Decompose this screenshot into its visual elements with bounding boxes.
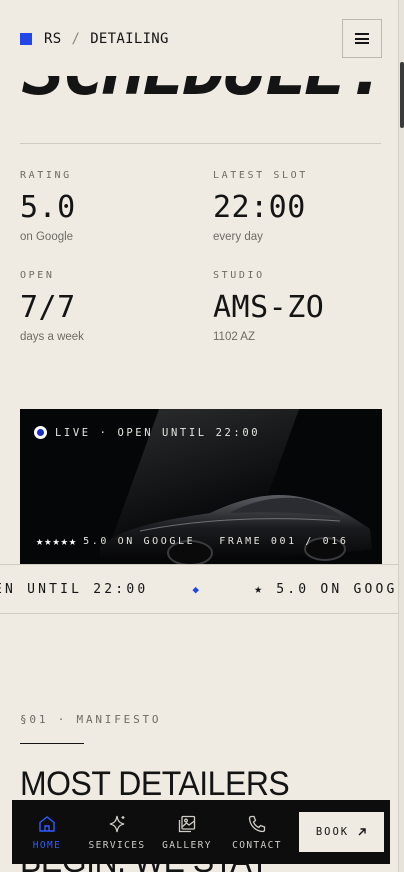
arrow-up-right-icon <box>358 828 366 836</box>
hero-rating-text: 5.0 ON GOOGLE <box>83 535 196 547</box>
stat-value: 22:00 <box>213 190 306 225</box>
page-scrollbar[interactable] <box>398 0 404 872</box>
stat-sub: on Google <box>20 231 74 243</box>
stat-latest-slot: LATEST SLOT 22:00 every day <box>213 170 308 243</box>
ticker-text-left: EN UNTIL 22:00 <box>0 582 149 597</box>
nav-contact[interactable]: CONTACT <box>222 800 292 864</box>
nav-services[interactable]: SERVICES <box>82 800 152 864</box>
divider <box>20 143 381 144</box>
stat-label: OPEN <box>20 270 55 281</box>
stat-open: OPEN 7/7 days a week <box>20 270 84 343</box>
book-button[interactable]: BOOK <box>299 812 384 852</box>
frame-counter: FRAME 001 / 016 <box>219 535 349 547</box>
hamburger-menu-icon <box>355 33 369 44</box>
stat-value: AMS-ZO <box>213 290 325 325</box>
stat-label: LATEST SLOT <box>213 170 308 181</box>
stat-sub: days a week <box>20 331 84 343</box>
stat-sub: 1102 AZ <box>213 331 255 343</box>
home-icon <box>39 815 55 832</box>
breadcrumb-page: DETAILING <box>90 31 169 47</box>
book-label: BOOK <box>315 826 350 838</box>
stat-label: STUDIO <box>213 270 265 281</box>
stat-value: 7/7 <box>20 290 76 325</box>
scrollbar-thumb[interactable] <box>400 62 404 128</box>
breadcrumb-separator: / <box>71 31 81 47</box>
ticker-text-right: ★ 5.0 ON GOOGLE <box>254 582 404 597</box>
car-image <box>100 494 372 564</box>
stat-sub: every day <box>213 231 263 243</box>
marquee-ticker: EN UNTIL 22:00 ◆ ★ 5.0 ON GOOGLE <box>0 564 404 614</box>
stat-label: RATING <box>20 170 72 181</box>
gallery-icon <box>178 815 196 832</box>
diamond-icon: ◆ <box>192 583 203 596</box>
sparkle-icon <box>109 815 125 832</box>
nav-label: CONTACT <box>232 839 282 851</box>
nav-home[interactable]: HOME <box>12 800 82 864</box>
nav-label: GALLERY <box>162 839 212 851</box>
live-text: LIVE · OPEN UNTIL 22:00 <box>55 426 261 439</box>
top-header: RS / DETAILING <box>0 0 398 76</box>
stat-rating: RATING 5.0 on Google <box>20 170 76 243</box>
section-divider <box>20 743 84 744</box>
section-title: MOST DETAILERS <box>20 765 290 803</box>
nav-gallery[interactable]: GALLERY <box>152 800 222 864</box>
phone-icon <box>248 815 266 832</box>
brand-name: RS <box>44 31 62 47</box>
breadcrumb[interactable]: RS / DETAILING <box>20 31 169 47</box>
stat-value: 5.0 <box>20 190 76 225</box>
live-status: LIVE · OPEN UNTIL 22:00 <box>34 426 260 439</box>
hero-card[interactable]: LIVE · OPEN UNTIL 22:00 ★★★★★ 5.0 ON GOO… <box>20 409 382 564</box>
section-label: §01 · MANIFESTO <box>20 713 162 726</box>
live-dot-icon <box>34 426 47 439</box>
menu-button[interactable] <box>342 19 382 58</box>
brand-square-icon <box>20 33 32 45</box>
stat-studio: STUDIO AMS-ZO 1102 AZ <box>213 270 324 343</box>
star-rating-icon: ★★★★★ <box>36 534 78 548</box>
hero-rating-row: ★★★★★ 5.0 ON GOOGLE FRAME 001 / 016 <box>36 534 349 548</box>
nav-label: SERVICES <box>88 839 146 851</box>
bottom-navigation: HOME SERVICES GALLERY CONTACT BOOK <box>12 800 390 864</box>
nav-label: HOME <box>32 839 62 851</box>
